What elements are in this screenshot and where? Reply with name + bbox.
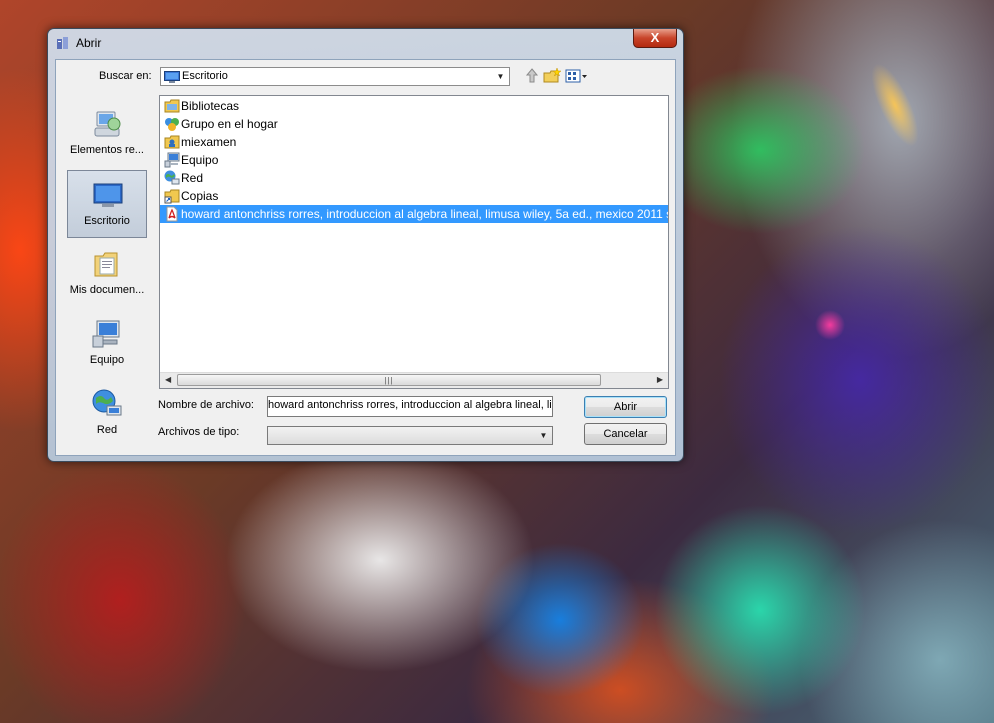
filename-input[interactable]: howard antonchriss rorres, introduccion … [267,396,553,417]
list-item[interactable]: Red [160,169,668,187]
scroll-right-icon[interactable]: ▶ [657,375,663,384]
list-item[interactable]: Bibliotecas [160,97,668,115]
user-folder-icon [164,135,180,149]
filetype-dropdown[interactable]: ▼ [267,426,553,445]
computer-icon [164,152,180,168]
look-in-dropdown[interactable]: Escritorio ▼ [160,67,510,86]
wallpaper-light-spot [815,310,845,340]
open-button[interactable]: Abrir [584,396,667,418]
close-icon: X [650,30,660,45]
grip-icon: ||| [384,376,394,385]
file-name: Grupo en el hogar [181,117,278,131]
view-menu-icon[interactable] [564,67,588,85]
place-computer[interactable]: Equipo [67,310,147,378]
up-folder-icon[interactable] [522,67,542,85]
library-folder-icon [164,99,180,113]
place-desktop[interactable]: Escritorio [67,170,147,238]
look-in-value: Escritorio [182,70,228,82]
new-folder-icon[interactable] [542,67,562,85]
shortcut-folder-icon [164,189,180,204]
look-in-label: Buscar en: [99,70,152,82]
file-name: Equipo [181,153,219,167]
network-icon [164,170,180,185]
computer-icon [92,320,120,348]
desktop-icon [93,183,123,207]
list-item[interactable]: Grupo en el hogar [160,115,668,133]
scroll-left-icon[interactable]: ◀ [165,375,171,384]
list-item-selected[interactable]: howard antonchriss rorres, introduccion … [160,205,668,223]
place-label: Escritorio [84,215,130,227]
places-bar: Elementos re... Escritorio Mis documen..… [61,95,151,447]
place-label: Equipo [89,354,125,366]
filetype-label: Archivos de tipo: [158,426,240,438]
horizontal-scrollbar[interactable]: ◀ ||| ▶ [160,372,668,388]
file-name: howard antonchriss rorres, introduccion … [181,207,668,221]
file-name: Bibliotecas [181,99,240,113]
chevron-down-icon[interactable]: ▼ [493,69,508,84]
documents-icon [94,252,118,277]
file-name: Copias [181,189,219,203]
place-documents[interactable]: Mis documen... [67,240,147,308]
cancel-button[interactable]: Cancelar [584,423,667,445]
place-network[interactable]: Red [67,380,147,448]
scrollbar-thumb[interactable]: ||| [177,374,601,386]
network-icon [92,389,122,416]
wallpaper-light-streak [862,57,928,153]
app-icon [57,37,68,49]
title-bar[interactable]: Abrir X [48,29,683,57]
place-label: Elementos re... [70,144,144,156]
place-recent-items[interactable]: Elementos re... [67,100,147,168]
dialog-title: Abrir [76,36,102,50]
recent-items-icon [94,111,121,137]
file-name: miexamen [181,135,237,149]
file-name: Red [181,171,204,185]
filename-label: Nombre de archivo: [158,399,254,411]
homegroup-icon [165,118,179,131]
close-button[interactable]: X [633,29,677,48]
chevron-down-icon[interactable]: ▼ [536,428,551,443]
list-item[interactable]: Equipo [160,151,668,169]
place-label: Mis documen... [69,284,145,296]
dialog-body: Buscar en: Escritorio ▼ Elementos re... … [55,59,676,456]
list-item[interactable]: Copias [160,187,668,205]
open-file-dialog: Abrir X Buscar en: Escritorio ▼ Elemento… [47,28,684,462]
file-list[interactable]: Bibliotecas Grupo en el hogar miexamen E… [159,95,669,389]
place-label: Red [96,424,118,436]
desktop-icon [164,71,180,83]
pdf-icon [166,206,178,222]
list-item[interactable]: miexamen [160,133,668,151]
